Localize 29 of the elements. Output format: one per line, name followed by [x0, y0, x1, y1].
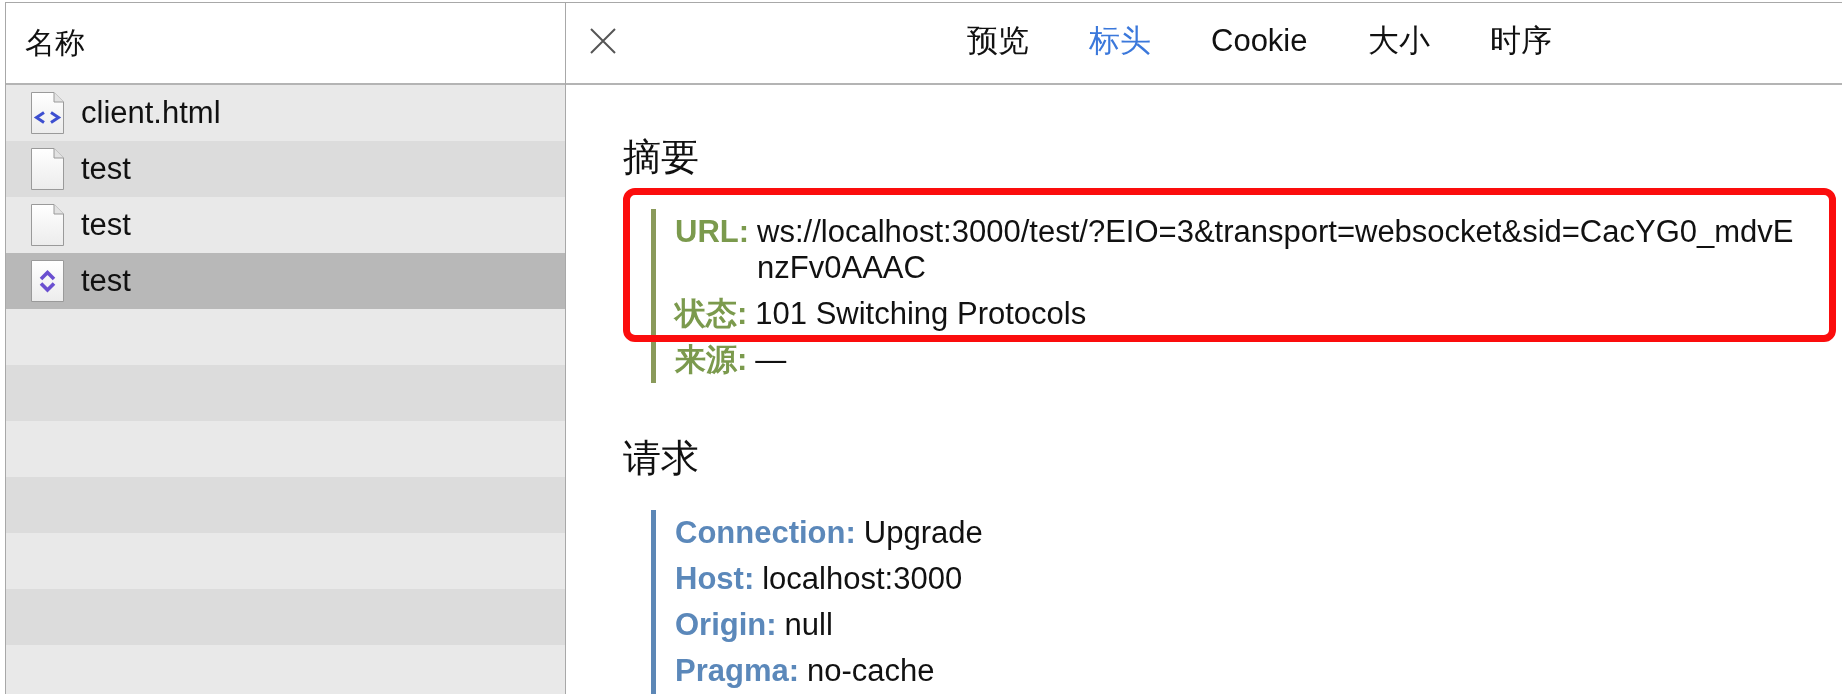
field-label: 状态:: [675, 296, 748, 332]
field-value: no-cache: [807, 653, 935, 689]
chevron-file-icon: [31, 260, 64, 302]
file-icon: [31, 148, 64, 190]
field-label: Origin:: [675, 607, 777, 643]
field-value: Upgrade: [863, 515, 983, 551]
column-header[interactable]: 名称: [25, 25, 85, 61]
tab[interactable]: 预览: [967, 23, 1029, 59]
section-heading: 摘要: [623, 135, 699, 180]
field-label: 来源:: [675, 342, 748, 378]
field-value: 101 Switching Protocols: [755, 296, 1087, 332]
field-label: Pragma:: [675, 653, 800, 689]
field-value: —: [755, 342, 787, 378]
field-label: URL:: [675, 214, 750, 250]
file-icon: [31, 204, 64, 246]
code-file-icon: [31, 92, 64, 134]
tab[interactable]: 时序: [1489, 23, 1552, 59]
tab[interactable]: 大小: [1367, 23, 1430, 59]
file-row[interactable]: test: [6, 253, 565, 309]
field-value: null: [784, 607, 833, 643]
field-value: ws://localhost:3000/test/?EIO=3&transport=websocket&sid=CacYG0_mdvEnzFv0AAAC: [757, 214, 1795, 286]
tab[interactable]: 标头: [1089, 23, 1151, 59]
close-icon: [590, 28, 616, 54]
tab[interactable]: Cookie: [1211, 23, 1308, 59]
section-heading: 请求: [623, 436, 699, 481]
field-value: localhost:3000: [762, 561, 963, 597]
field-label: Connection:: [675, 515, 856, 551]
field-label: Host:: [675, 561, 755, 597]
close-button[interactable]: [590, 28, 616, 54]
